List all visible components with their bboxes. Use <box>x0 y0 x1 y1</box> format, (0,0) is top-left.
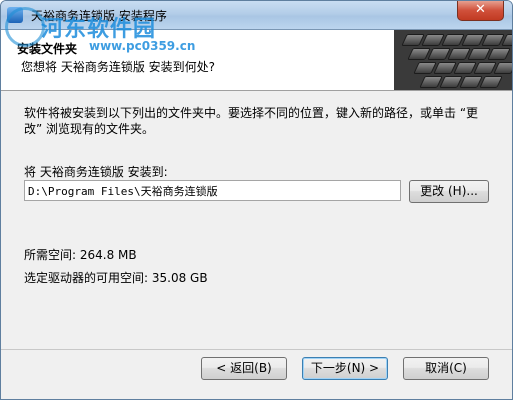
browse-button[interactable]: 更改 (H)... <box>409 180 489 203</box>
next-button[interactable]: 下一步(N) > <box>302 357 388 380</box>
back-button[interactable]: < 返回(B) <box>201 357 287 380</box>
space-available: 选定驱动器的可用空间: 35.08 GB <box>24 271 208 285</box>
space-required: 所需空间: 264.8 MB <box>24 248 137 262</box>
header-subtitle: 您想将 天裕商务连锁版 安装到何处? <box>21 60 215 74</box>
cancel-button[interactable]: 取消(C) <box>403 357 489 380</box>
close-button[interactable]: ✕ <box>457 1 504 21</box>
watermark-logo-icon <box>5 7 45 47</box>
watermark-url: www.pc0359.cn <box>89 39 196 53</box>
destination-path-input[interactable]: D:\Program Files\天裕商务连锁版 <box>24 180 401 201</box>
destination-label: 将 天裕商务连锁版 安装到: <box>24 165 168 179</box>
keyboard-banner-image <box>394 30 512 90</box>
main-content: 软件将被安装到以下列出的文件夹中。要选择不同的位置，键入新的路径，或单击 “更改… <box>1 91 512 349</box>
footer-bar: < 返回(B) 下一步(N) > 取消(C) <box>1 349 512 399</box>
install-description: 软件将被安装到以下列出的文件夹中。要选择不同的位置，键入新的路径，或单击 “更改… <box>24 106 479 136</box>
installer-window: 天裕商务连锁版 安装程序 ✕ 安装文件夹 您想将 天裕商务连锁版 安装到何处? … <box>0 0 513 400</box>
